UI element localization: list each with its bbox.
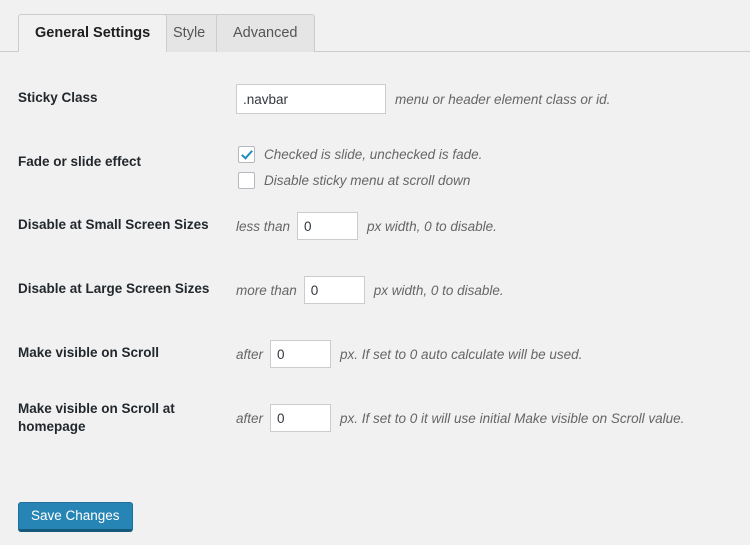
disable-small-screens-description: px width, 0 to disable. [367,219,497,234]
make-visible-on-scroll-homepage-prefix: after [236,411,263,426]
tab-general-settings-label: General Settings [35,25,150,41]
save-changes-button[interactable]: Save Changes [18,502,133,532]
field-fade-or-slide: Checked is slide, unchecked is fade. Dis… [238,146,482,189]
label-make-visible-on-scroll: Make visible on Scroll [18,344,228,362]
disable-large-screens-description: px width, 0 to disable. [374,283,504,298]
field-make-visible-on-scroll: after px. If set to 0 auto calculate wil… [236,340,582,368]
slide-fade-checkbox[interactable] [238,146,255,163]
disable-large-screens-prefix: more than [236,283,297,298]
tab-advanced[interactable]: Advanced [216,14,315,52]
disable-small-screens-prefix: less than [236,219,290,234]
field-disable-large-screens: more than px width, 0 to disable. [236,276,504,304]
make-visible-on-scroll-homepage-input[interactable] [270,404,331,432]
make-visible-on-scroll-description: px. If set to 0 auto calculate will be u… [340,347,582,362]
sticky-class-description: menu or header element class or id. [395,92,610,107]
label-disable-small-screens: Disable at Small Screen Sizes [18,216,228,234]
label-disable-large-screens: Disable at Large Screen Sizes [18,280,228,298]
make-visible-on-scroll-prefix: after [236,347,263,362]
make-visible-on-scroll-input[interactable] [270,340,331,368]
checkbox-line-slide-fade: Checked is slide, unchecked is fade. [238,146,482,163]
disable-small-screens-input[interactable] [297,212,358,240]
make-visible-on-scroll-homepage-description: px. If set to 0 it will use initial Make… [340,411,684,426]
field-make-visible-on-scroll-homepage: after px. If set to 0 it will use initia… [236,404,684,432]
field-disable-small-screens: less than px width, 0 to disable. [236,212,497,240]
form-row-disable-large-screens: Disable at Large Screen Sizes more than … [0,248,750,312]
slide-fade-checkbox-label: Checked is slide, unchecked is fade. [264,147,482,162]
label-make-visible-on-scroll-homepage: Make visible on Scroll at homepage [18,400,228,436]
disable-large-screens-input[interactable] [304,276,365,304]
sticky-class-input[interactable] [236,84,386,114]
field-sticky-class: menu or header element class or id. [236,84,610,114]
label-fade-or-slide-effect: Fade or slide effect [18,153,228,171]
form-row-disable-small-screens: Disable at Small Screen Sizes less than … [0,184,750,248]
tab-advanced-label: Advanced [233,25,298,41]
tab-style-label: Style [173,25,205,41]
form-row-make-visible-on-scroll: Make visible on Scroll after px. If set … [0,312,750,376]
tab-general-settings[interactable]: General Settings [18,14,167,52]
general-settings-form: Sticky Class menu or header element clas… [0,52,750,440]
form-row-fade-or-slide: Fade or slide effect Checked is slide, u… [0,118,750,184]
form-row-sticky-class: Sticky Class menu or header element clas… [0,52,750,118]
settings-tab-bar: General Settings Style Advanced [0,0,750,52]
form-row-make-visible-on-scroll-homepage: Make visible on Scroll at homepage after… [0,376,750,440]
label-sticky-class: Sticky Class [18,89,228,107]
